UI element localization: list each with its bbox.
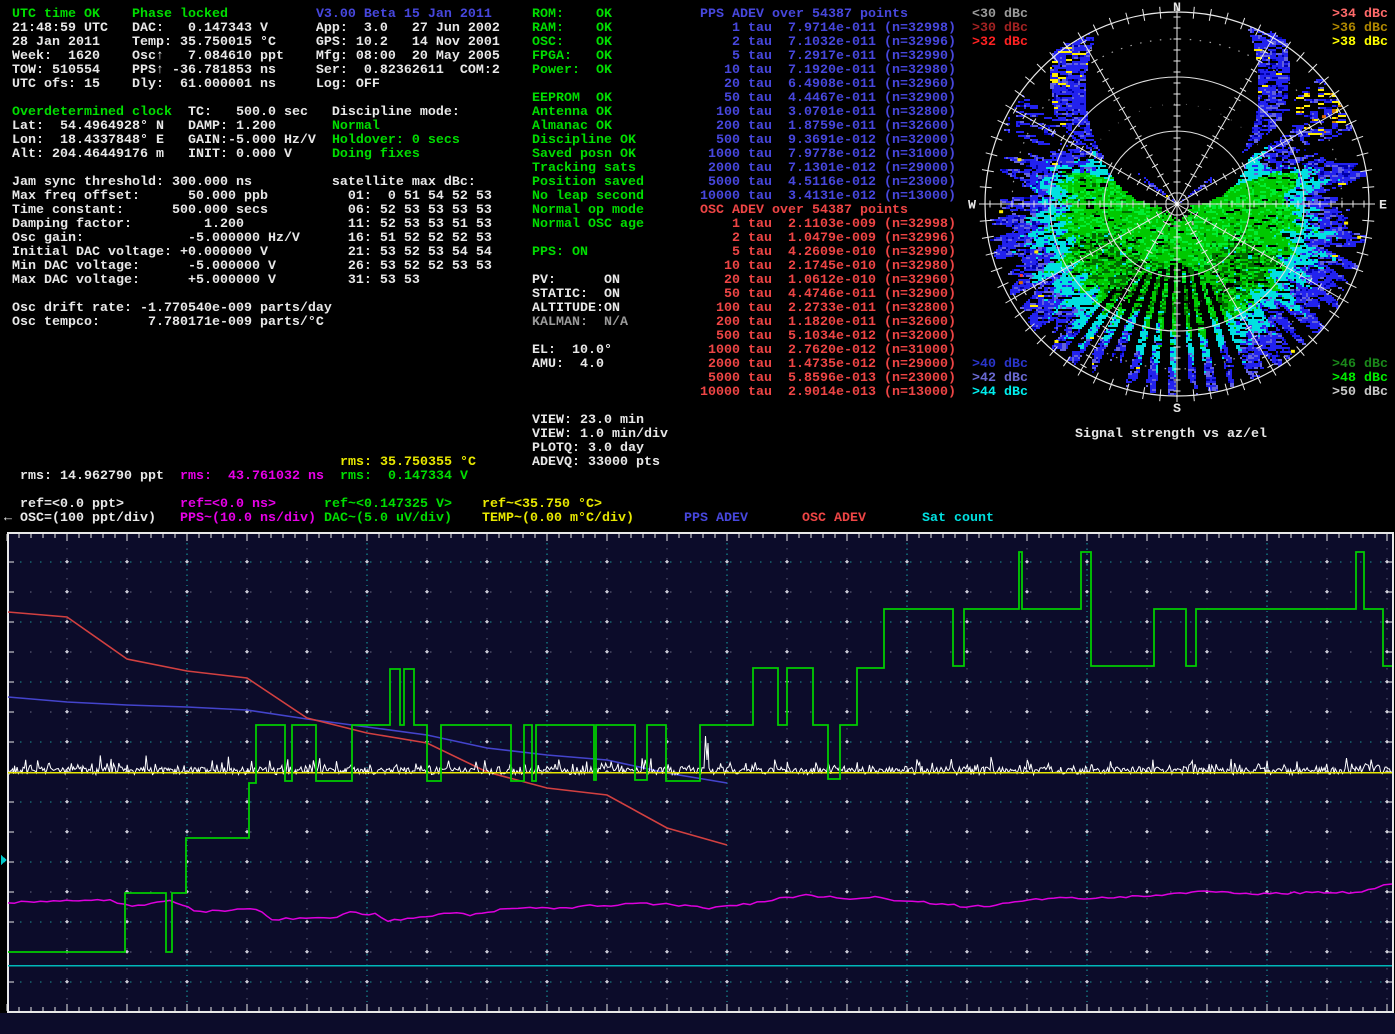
svg-text:W: W bbox=[968, 199, 976, 214]
svg-text:N: N bbox=[1173, 1, 1181, 16]
svg-text:E: E bbox=[1379, 199, 1387, 214]
svg-text:S: S bbox=[1173, 402, 1181, 417]
